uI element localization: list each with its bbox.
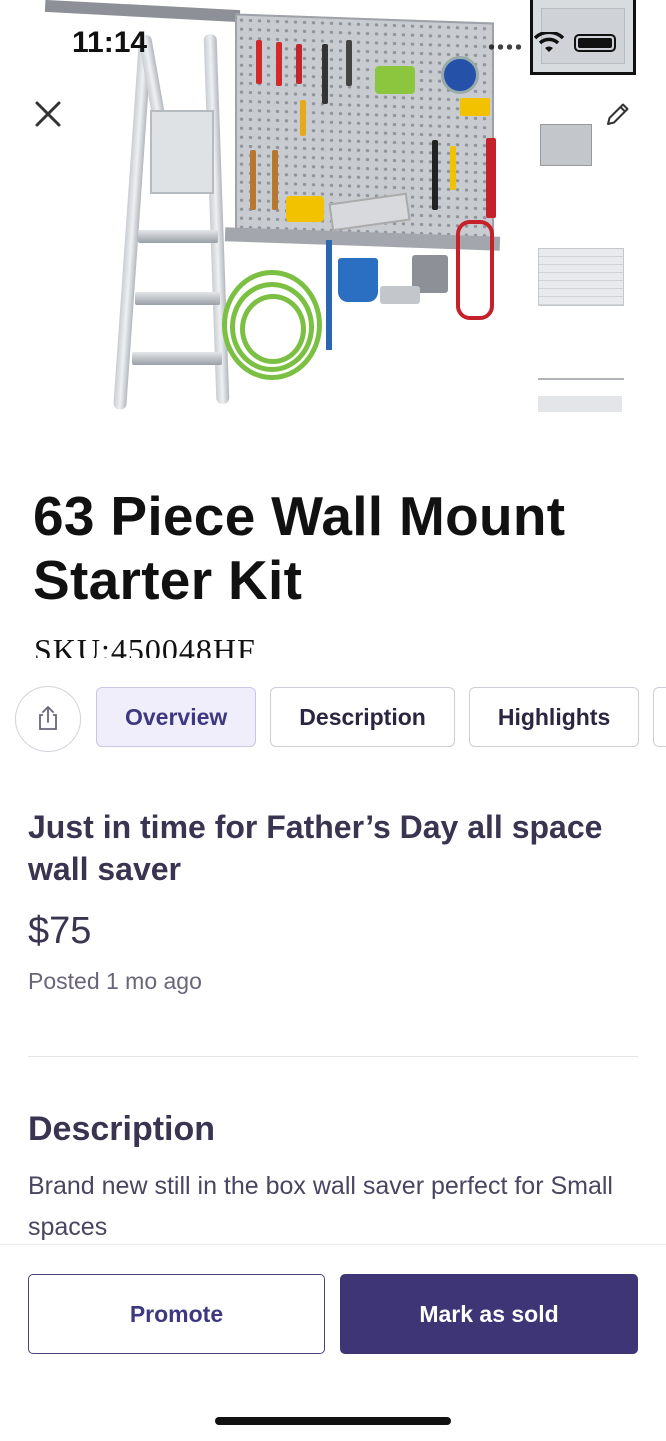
ladder-rail-right <box>203 33 230 405</box>
utility-knife <box>450 146 456 190</box>
description-text: Brand new still in the box wall saver pe… <box>28 1172 613 1241</box>
bucket <box>338 258 378 302</box>
section-tabs: Overview Description Highlights <box>96 687 666 747</box>
mounting-rail <box>44 0 241 23</box>
tab-more[interactable] <box>653 687 666 747</box>
tab-overview[interactable]: Overview <box>96 687 257 747</box>
tab-description[interactable]: Description <box>270 687 455 747</box>
ladder-step <box>135 292 220 305</box>
screwdriver <box>256 40 262 84</box>
wrench <box>346 40 352 86</box>
product-title: 63 Piece Wall Mount Starter Kit <box>33 485 566 611</box>
description-heading: Description <box>28 1110 216 1148</box>
close-icon <box>35 101 61 127</box>
share-icon <box>39 705 57 730</box>
level <box>486 138 496 218</box>
battery-icon <box>574 34 616 52</box>
tab-highlights[interactable]: Highlights <box>468 687 640 747</box>
hacksaw <box>456 220 494 320</box>
ladder-step <box>138 230 218 243</box>
scraper <box>322 44 328 104</box>
mark-as-sold-button[interactable]: Mark as sold <box>340 1274 638 1354</box>
posted-time: Posted 1 mo ago <box>28 968 202 994</box>
listing-headline: Just in time for Father’s Day all space … <box>28 809 603 887</box>
hammer <box>432 140 438 210</box>
cellular-signal-icon <box>487 41 523 53</box>
action-bar: Promote Mark as sold <box>0 1244 666 1441</box>
share-button[interactable] <box>15 686 81 752</box>
sku-label: SKU:450048HF <box>34 634 256 658</box>
thumbnail-3[interactable] <box>530 228 630 306</box>
close-button[interactable] <box>32 98 64 130</box>
screwdriver <box>296 44 302 84</box>
wifi-icon <box>534 32 564 52</box>
ladder-tray <box>150 110 214 194</box>
price: $75 <box>28 910 92 952</box>
home-indicator <box>215 1417 451 1425</box>
garden-hose <box>240 294 306 364</box>
stapler <box>460 98 490 116</box>
power-drill <box>375 66 415 94</box>
product-image[interactable]: 11:14 <box>0 0 666 470</box>
promote-button[interactable]: Promote <box>28 1274 325 1354</box>
paint-roller <box>380 286 420 304</box>
hose-nozzle <box>326 240 332 350</box>
screwdriver <box>276 42 282 86</box>
saw-blade <box>441 56 479 94</box>
pencil-icon <box>607 103 629 125</box>
tape-measure <box>286 196 324 222</box>
thumbnail-4[interactable] <box>530 346 630 416</box>
edit-button[interactable] <box>604 100 632 128</box>
hammer <box>250 150 256 210</box>
status-time: 11:14 <box>72 26 148 59</box>
divider <box>28 1056 638 1057</box>
ladder-step <box>132 352 222 365</box>
pliers <box>300 100 306 136</box>
chisel <box>272 150 278 210</box>
sku-text: SKU:450048HF <box>34 634 256 658</box>
